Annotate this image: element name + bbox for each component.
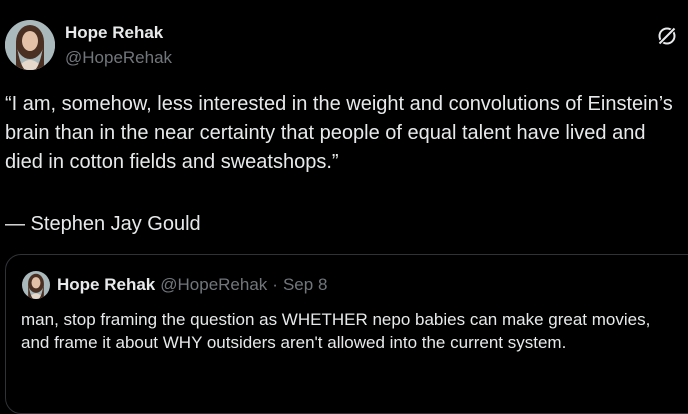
quote-attribution: — Stephen Jay Gould [5, 213, 201, 235]
author-info: Hope Rehak @HopeRehak [65, 23, 172, 68]
author-handle[interactable]: @HopeRehak [65, 48, 172, 68]
quoted-post-text: man, stop framing the question as WHETHE… [21, 310, 651, 352]
post-text: “I am, somehow, less interested in the w… [5, 93, 679, 173]
quoted-post-card[interactable]: Hope Rehak @HopeRehak · Sep 8 man, stop … [5, 254, 688, 414]
quoted-header-separator: · [272, 275, 278, 294]
post: Hope Rehak @HopeRehak “I am, somehow, le… [0, 0, 688, 414]
author-avatar[interactable] [5, 20, 55, 70]
grok-icon[interactable] [655, 24, 679, 48]
quoted-author-display-name: Hope Rehak [57, 275, 156, 294]
quoted-author-avatar [22, 271, 50, 299]
author-display-name[interactable]: Hope Rehak [65, 23, 172, 43]
quoted-post-date: Sep 8 [282, 275, 328, 294]
quoted-author-handle: @HopeRehak [160, 275, 268, 294]
quoted-post-header: Hope Rehak @HopeRehak · Sep 8 [22, 271, 327, 299]
